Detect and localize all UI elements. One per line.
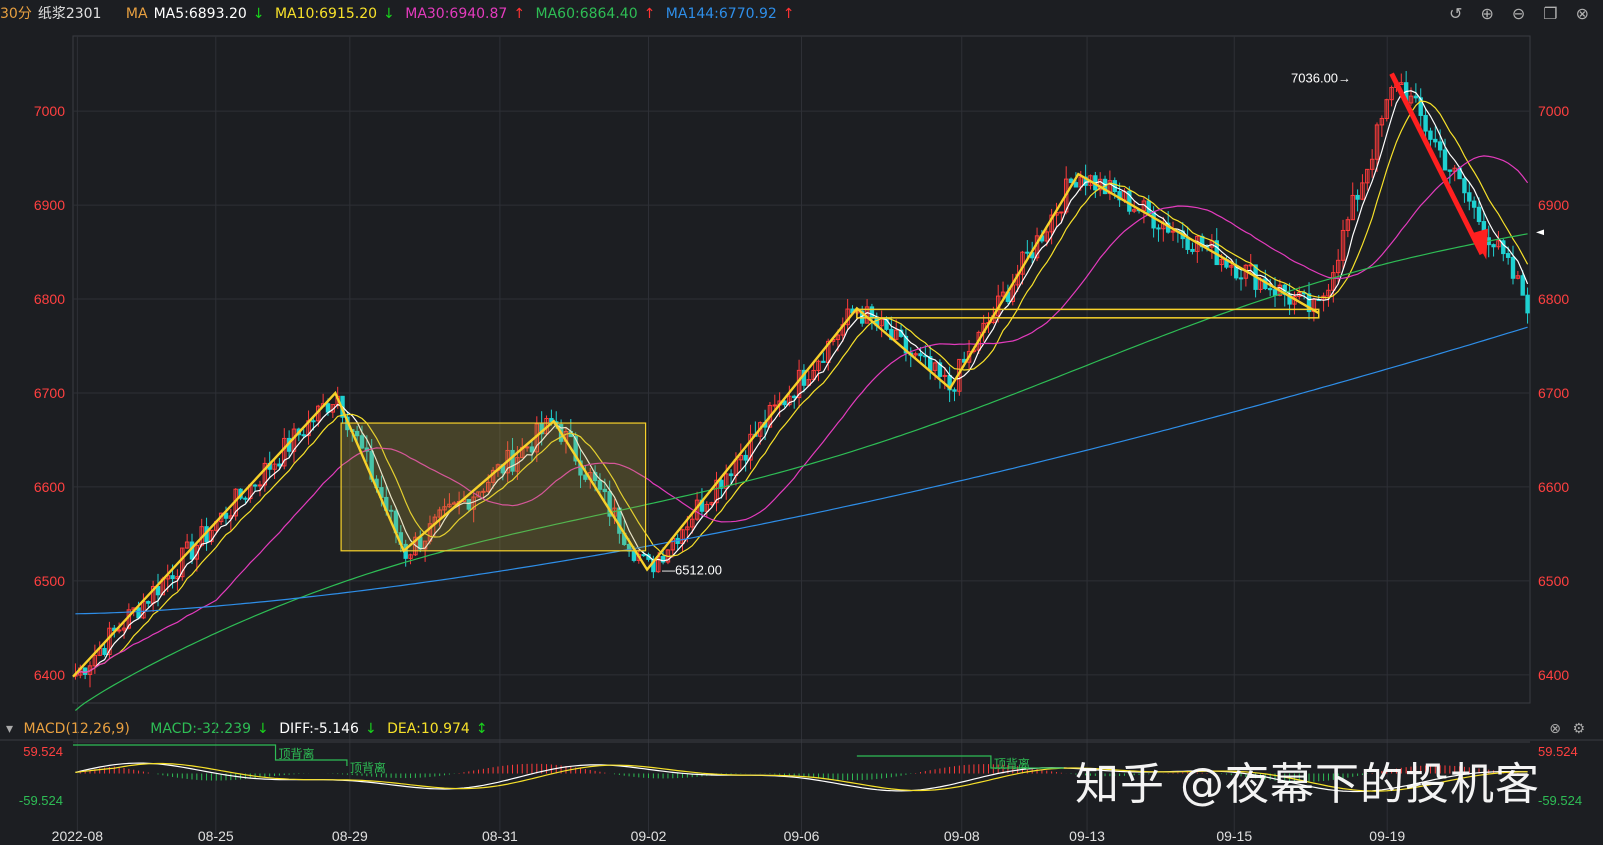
- candle-body: [311, 420, 316, 423]
- candle-body: [1510, 256, 1516, 279]
- candle-body: [792, 395, 797, 399]
- candle-body: [1462, 178, 1467, 194]
- candle-body: [641, 554, 646, 557]
- candle-body: [1433, 138, 1438, 143]
- candle-body: [257, 484, 263, 487]
- candle-body: [252, 484, 258, 487]
- macd-upper-left: 59.524: [23, 744, 63, 759]
- divergence-label-3: 顶背离: [994, 756, 1030, 771]
- macd-lower-right: -59.524: [1538, 793, 1582, 808]
- y-tick-label-right: 6400: [1538, 667, 1569, 683]
- candle-body: [116, 629, 122, 632]
- candle-body: [743, 454, 748, 461]
- candle-body: [942, 374, 947, 377]
- macd-upper-right: 59.524: [1538, 744, 1578, 759]
- x-tick-label: 09-08: [944, 828, 980, 844]
- x-tick-label: 08-31: [482, 828, 518, 844]
- y-tick-label-left: 6600: [34, 479, 65, 495]
- x-tick-label: 08-25: [198, 828, 234, 844]
- y-tick-label-right: 6500: [1538, 573, 1569, 589]
- candle-body: [102, 647, 107, 655]
- candle-body: [82, 667, 88, 675]
- candle-body: [1520, 275, 1525, 296]
- candle-body: [1413, 95, 1419, 99]
- x-tick-label: 08-29: [332, 828, 368, 844]
- candle-body: [1491, 244, 1496, 248]
- candle-body: [1525, 294, 1530, 314]
- candle-body: [1442, 149, 1448, 171]
- y-tick-label-left: 6700: [34, 385, 65, 401]
- candle-body: [1073, 182, 1079, 188]
- candle-body: [243, 497, 248, 500]
- x-tick-label: 09-19: [1369, 828, 1405, 844]
- candle-body: [1025, 251, 1030, 254]
- candle-body: [1151, 211, 1156, 229]
- watermark: 知乎 @夜幕下的投机客: [1075, 759, 1540, 810]
- candle-body: [301, 434, 306, 437]
- candle-body: [136, 607, 141, 619]
- candle-body: [1447, 169, 1453, 172]
- y-tick-label-right: 6600: [1538, 479, 1569, 495]
- resistance-band: [856, 308, 1320, 319]
- candle-body: [1190, 248, 1195, 252]
- price-chart[interactable]: 7000 7000 6900 6900 6800 6800 6700 6700 6600 6600…: [0, 0, 1603, 845]
- y-tick-label-right: 6700: [1538, 385, 1569, 401]
- x-tick-label: 2022-08: [52, 828, 104, 844]
- candle-body: [1238, 277, 1244, 280]
- high-label: 7036.00→: [1291, 70, 1351, 85]
- candle-body: [1248, 264, 1253, 267]
- x-tick-label: 09-02: [631, 828, 667, 844]
- divergence-label-1: 顶背离: [279, 746, 315, 761]
- candle-body: [1156, 227, 1161, 230]
- candle-body: [170, 575, 175, 580]
- candle-body: [728, 473, 734, 477]
- divergence-line-2: [856, 755, 1064, 769]
- divergence-label-2: 顶背离: [350, 760, 386, 775]
- y-tick-label-right: 6900: [1538, 197, 1569, 213]
- candle-body: [1267, 288, 1273, 291]
- candle-body: [772, 404, 777, 407]
- candle-body: [952, 389, 957, 392]
- candle-body: [1272, 289, 1278, 296]
- y-tick-label-left: 7000: [34, 103, 65, 119]
- candle-body: [1059, 211, 1064, 214]
- candle-body: [1185, 238, 1190, 250]
- zigzag-trendline: [72, 172, 1320, 678]
- y-tick-label-left: 6800: [34, 291, 65, 307]
- candle-body: [1505, 253, 1511, 258]
- x-tick-label: 09-15: [1216, 828, 1252, 844]
- macd-lower-left: -59.524: [19, 793, 63, 808]
- current-price-marker: [1536, 229, 1544, 236]
- candle-body: [325, 403, 331, 413]
- consolidation-box: [340, 422, 647, 552]
- x-tick-label: 09-13: [1069, 828, 1105, 844]
- candle-body: [1437, 141, 1443, 151]
- y-tick-label-left: 6900: [34, 197, 65, 213]
- x-tick-label: 09-06: [784, 828, 820, 844]
- candle-body: [1423, 114, 1428, 132]
- low-label: —6512.00: [662, 563, 722, 578]
- candle-body: [277, 463, 282, 467]
- candle-body: [1355, 194, 1360, 200]
- candle-body: [146, 601, 151, 604]
- candle-body: [1428, 130, 1433, 140]
- candle-body: [821, 360, 826, 363]
- candle-body: [1146, 200, 1151, 213]
- candle-body: [869, 306, 875, 318]
- y-tick-label-left: 6500: [34, 573, 65, 589]
- y-tick-label-right: 6800: [1538, 291, 1569, 307]
- candle-body: [1476, 206, 1482, 223]
- y-tick-label-right: 7000: [1538, 103, 1569, 119]
- y-tick-label-left: 6400: [34, 667, 65, 683]
- candle-body: [918, 353, 923, 357]
- candle-body: [1467, 192, 1472, 202]
- candle-body: [1471, 200, 1477, 208]
